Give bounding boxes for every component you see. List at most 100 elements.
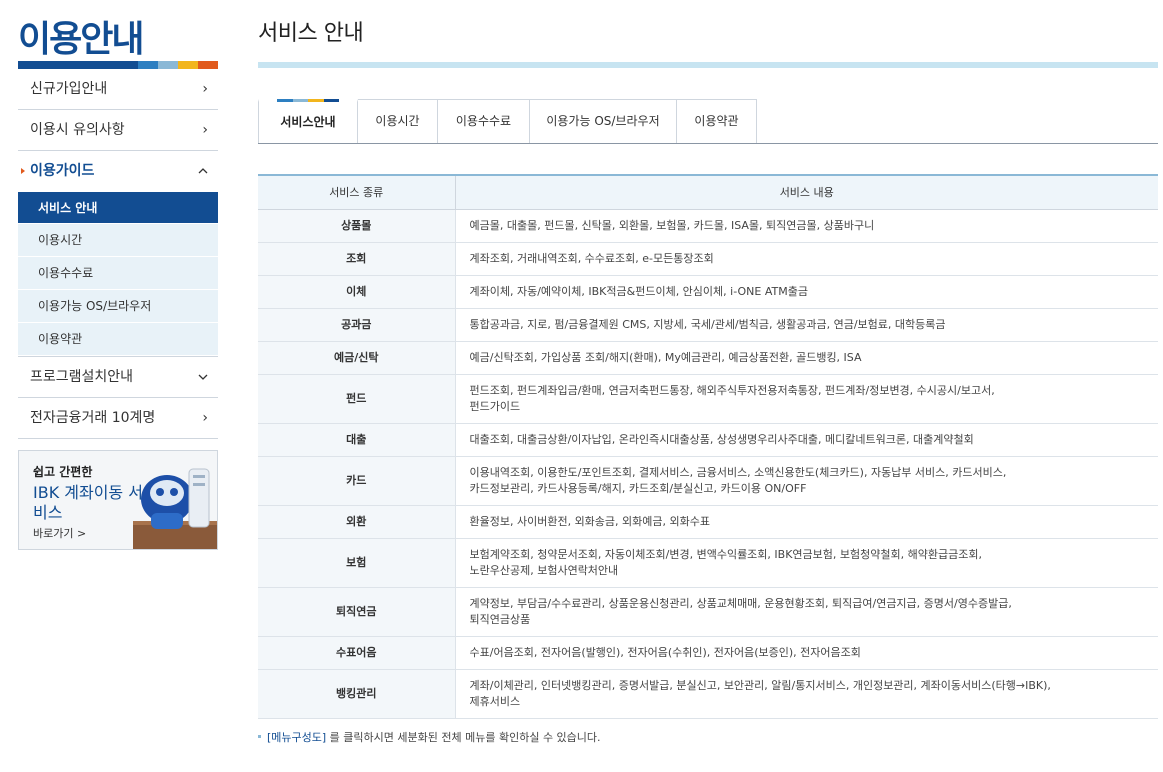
menu-map-link[interactable]: [메뉴구성도]: [267, 731, 326, 744]
nav-item-precautions[interactable]: 이용시 유의사항 ›: [18, 110, 218, 151]
banner-more-link[interactable]: 바로가기 >: [33, 525, 86, 541]
service-category: 퇴직연금: [258, 587, 456, 637]
nav-item-program-install[interactable]: 프로그램설치안내: [18, 357, 218, 398]
chevron-right-icon: ›: [202, 122, 208, 138]
title-divider: [258, 62, 1158, 68]
nav-item-label: 이용가이드: [30, 163, 95, 179]
menu-map-note: [메뉴구성도] 를 클릭하시면 세분화된 전체 메뉴를 확인하실 수 있습니다.: [258, 729, 601, 745]
chevron-right-icon: ›: [202, 81, 208, 97]
service-content: 예금몰, 대출몰, 펀드몰, 신탁몰, 외환몰, 보험몰, 카드몰, ISA몰,…: [455, 209, 1158, 243]
service-category: 대출: [258, 423, 456, 457]
service-content: 펀드조회, 펀드계좌입금/환매, 연금저축펀드통장, 해외주식투자전용저축통장,…: [455, 374, 1158, 424]
subnav-item-service-guide[interactable]: 서비스 안내: [18, 192, 218, 224]
service-content: 계좌조회, 거래내역조회, 수수료조회, e-모든통장조회: [455, 242, 1158, 276]
service-content: 환율정보, 사이버환전, 외화송금, 외화예금, 외화수표: [455, 505, 1158, 539]
tab-service-guide[interactable]: 서비스안내: [258, 99, 358, 144]
sidebar-nav: 신규가입안내 › 이용시 유의사항 › 이용가이드 서비스 안내 이용시간 이용…: [18, 69, 218, 439]
nav-item-signup-guide[interactable]: 신규가입안내 ›: [18, 69, 218, 110]
nav-item-label: 신규가입안내: [30, 81, 108, 97]
content-line: 계약정보, 부담금/수수료관리, 상품운용신청관리, 상품교체매매, 운용현황조…: [469, 596, 1012, 610]
sidebar-subnav: 서비스 안내 이용시간 이용수수료 이용가능 OS/브라우저 이용약관: [18, 192, 218, 357]
chevron-right-icon: ›: [202, 410, 208, 426]
table-row: 카드 이용내역조회, 이용한도/포인트조회, 결제서비스, 금융서비스, 소액신…: [258, 456, 1158, 506]
subnav-item-os-browser[interactable]: 이용가능 OS/브라우저: [18, 290, 218, 323]
tab-label: 이용시간: [375, 114, 420, 128]
tab-active-stripe: [277, 99, 339, 102]
tab-fees[interactable]: 이용수수료: [438, 99, 530, 144]
service-category: 수표어음: [258, 636, 456, 670]
subnav-item-terms[interactable]: 이용약관: [18, 323, 218, 356]
content-line: 카드정보관리, 카드사용등록/해지, 카드조회/분실신고, 카드이용 ON/OF…: [469, 481, 807, 495]
service-category: 카드: [258, 456, 456, 506]
service-content: 계좌이체, 자동/예약이체, IBK적금&펀드이체, 안심이체, i-ONE A…: [455, 275, 1158, 309]
table-row: 수표어음 수표/어음조회, 전자어음(발행인), 전자어음(수취인), 전자어음…: [258, 636, 1158, 670]
bullet-icon: [258, 734, 261, 738]
table-row: 펀드 펀드조회, 펀드계좌입금/환매, 연금저축펀드통장, 해외주식투자전용저축…: [258, 374, 1158, 424]
nav-item-usage-guide[interactable]: 이용가이드: [18, 151, 218, 192]
note-text: 를 클릭하시면 세분화된 전체 메뉴를 확인하실 수 있습니다.: [326, 731, 601, 744]
title-color-bar: [18, 61, 218, 69]
tab-hours[interactable]: 이용시간: [358, 99, 438, 144]
tab-bar: 서비스안내 이용시간 이용수수료 이용가능 OS/브라우저 이용약관: [258, 99, 757, 144]
service-content: 대출조회, 대출금상환/이자납입, 온라인즉시대출상품, 상성생명우리사주대출,…: [455, 423, 1158, 457]
subnav-item-fees[interactable]: 이용수수료: [18, 257, 218, 290]
service-category: 상품몰: [258, 209, 456, 243]
table-header-row: 서비스 종류 서비스 내용: [258, 174, 1158, 210]
content-line: 보험계약조회, 청약문서조회, 자동이체조회/변경, 변액수익률조회, IBK연…: [469, 547, 982, 561]
content-line: 노란우산공제, 보험사연락처안내: [469, 563, 619, 577]
subnav-item-hours[interactable]: 이용시간: [18, 224, 218, 257]
content-line: 계좌/이체관리, 인터넷뱅킹관리, 증명서발급, 분실신고, 보안관리, 알림/…: [469, 678, 1051, 692]
sidebar-title: 이용안내: [18, 19, 144, 60]
content-line: 퇴직연금상품: [469, 612, 531, 626]
tab-label: 이용수수료: [455, 114, 512, 128]
service-category: 뱅킹관리: [258, 669, 456, 719]
active-marker-icon: [21, 168, 25, 174]
nav-item-label: 이용시 유의사항: [30, 122, 125, 138]
service-content: 예금/신탁조회, 가입상품 조회/해지(환매), My예금관리, 예금상품전환,…: [455, 341, 1158, 375]
service-category: 이체: [258, 275, 456, 309]
service-content: 이용내역조회, 이용한도/포인트조회, 결제서비스, 금융서비스, 소액신용한도…: [455, 456, 1158, 506]
table-row: 이체 계좌이체, 자동/예약이체, IBK적금&펀드이체, 안심이체, i-ON…: [258, 275, 1158, 309]
service-content: 계좌/이체관리, 인터넷뱅킹관리, 증명서발급, 분실신고, 보안관리, 알림/…: [455, 669, 1158, 719]
service-category: 외환: [258, 505, 456, 539]
service-content: 통합공과금, 지로, 펌/금융결제원 CMS, 지방세, 국세/관세/범칙금, …: [455, 308, 1158, 342]
tab-os-browser[interactable]: 이용가능 OS/브라우저: [530, 99, 677, 144]
table-row: 상품몰 예금몰, 대출몰, 펀드몰, 신탁몰, 외환몰, 보험몰, 카드몰, I…: [258, 209, 1158, 243]
table-row: 외환 환율정보, 사이버환전, 외화송금, 외화예금, 외화수표: [258, 505, 1158, 539]
column-header: 서비스 종류: [258, 174, 456, 210]
table-row: 보험 보험계약조회, 청약문서조회, 자동이체조회/변경, 변액수익률조회, I…: [258, 538, 1158, 588]
table-row: 예금/신탁 예금/신탁조회, 가입상품 조회/해지(환매), My예금관리, 예…: [258, 341, 1158, 375]
chevron-up-icon: [198, 151, 208, 191]
service-table: 서비스 종류 서비스 내용 상품몰 예금몰, 대출몰, 펀드몰, 신탁몰, 외환…: [258, 174, 1158, 719]
service-content: 보험계약조회, 청약문서조회, 자동이체조회/변경, 변액수익률조회, IBK연…: [455, 538, 1158, 588]
account-transfer-banner[interactable]: 쉽고 간편한 IBK 계좌이동 서비스 바로가기 >: [18, 450, 218, 550]
tab-label: 이용가능 OS/브라우저: [546, 114, 660, 128]
service-content: 계약정보, 부담금/수수료관리, 상품운용신청관리, 상품교체매매, 운용현황조…: [455, 587, 1158, 637]
tab-terms[interactable]: 이용약관: [677, 99, 757, 144]
content-line: 이용내역조회, 이용한도/포인트조회, 결제서비스, 금융서비스, 소액신용한도…: [469, 465, 1007, 479]
chevron-down-icon: [198, 357, 208, 397]
banner-tagline: 쉽고 간편한: [33, 465, 93, 479]
table-row: 뱅킹관리 계좌/이체관리, 인터넷뱅킹관리, 증명서발급, 분실신고, 보안관리…: [258, 669, 1158, 719]
service-category: 펀드: [258, 374, 456, 424]
tab-underline: [258, 143, 1158, 144]
service-category: 공과금: [258, 308, 456, 342]
nav-item-ten-rules[interactable]: 전자금융거래 10계명 ›: [18, 398, 218, 439]
content-line: 제휴서비스: [469, 694, 521, 708]
service-category: 예금/신탁: [258, 341, 456, 375]
tab-label: 이용약관: [694, 114, 739, 128]
content-line: 펀드가이드: [469, 399, 521, 413]
nav-item-label: 프로그램설치안내: [30, 369, 134, 385]
table-row: 공과금 통합공과금, 지로, 펌/금융결제원 CMS, 지방세, 국세/관세/범…: [258, 308, 1158, 342]
nav-item-label: 전자금융거래 10계명: [30, 410, 156, 426]
robot-mascot-icon: [133, 468, 217, 549]
table-row: 퇴직연금 계약정보, 부담금/수수료관리, 상품운용신청관리, 상품교체매매, …: [258, 587, 1158, 637]
table-row: 조회 계좌조회, 거래내역조회, 수수료조회, e-모든통장조회: [258, 242, 1158, 276]
service-category: 보험: [258, 538, 456, 588]
content-line: 펀드조회, 펀드계좌입금/환매, 연금저축펀드통장, 해외주식투자전용저축통장,…: [469, 383, 995, 397]
page-title: 서비스 안내: [258, 21, 364, 46]
tab-label: 서비스안내: [280, 115, 336, 129]
table-row: 대출 대출조회, 대출금상환/이자납입, 온라인즉시대출상품, 상성생명우리사주…: [258, 423, 1158, 457]
service-content: 수표/어음조회, 전자어음(발행인), 전자어음(수취인), 전자어음(보증인)…: [455, 636, 1158, 670]
column-header: 서비스 내용: [455, 174, 1158, 210]
